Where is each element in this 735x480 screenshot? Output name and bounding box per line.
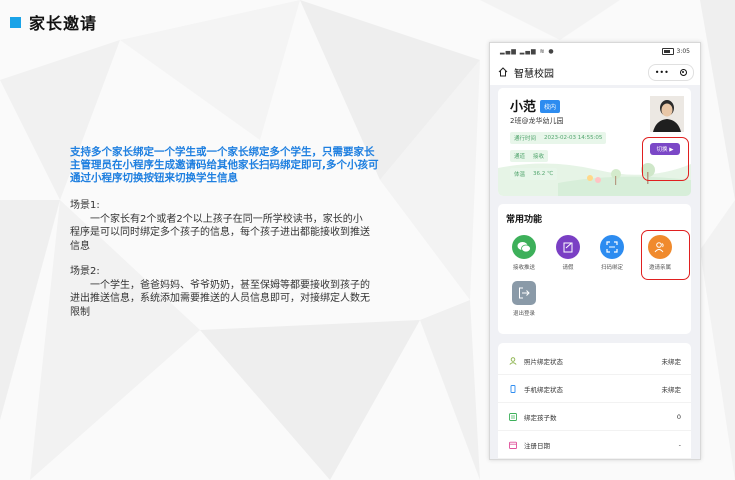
battery-icon	[661, 47, 674, 55]
scan-icon	[600, 235, 624, 259]
page-title: 家长邀请	[29, 14, 98, 33]
feature-description: 支持多个家长绑定一个学生或一个家长绑定多个学生，只需要家长主管理员在小程序生成邀…	[70, 146, 379, 184]
scene-2: 场景2: 一个学生，爸爸妈妈、爷爷奶奶，甚至保姆等都要接收到孩子的进出推送信息，…	[70, 265, 370, 319]
student-name: 小范	[510, 100, 537, 115]
signal-indicators: ▂▄▆ ▂▄▆ ≋ ●	[500, 47, 555, 55]
functions-title: 常用功能	[506, 215, 543, 225]
children-count-value: 0	[676, 412, 681, 421]
calendar-icon	[509, 441, 517, 449]
register-date-label: 注册日期	[524, 441, 550, 450]
children-count-label: 绑定孩子数	[524, 413, 557, 422]
status-bar: ▂▄▆ ▂▄▆ ≋ ● 3:05	[490, 43, 700, 59]
func-receive-push-label: 接收推送	[512, 265, 535, 271]
info-row-photo-binding[interactable]: 照片绑定状态 未绑定	[498, 347, 691, 375]
func-leave[interactable]: 请假	[548, 235, 588, 271]
title-square-icon	[10, 16, 21, 28]
func-receive-push[interactable]: 接收推送	[504, 235, 544, 271]
scene-1-title: 场景1:	[70, 200, 100, 211]
func-leave-label: 请假	[562, 265, 574, 271]
func-logout-label: 退出登录	[512, 311, 535, 317]
more-button[interactable]: •••	[655, 68, 669, 77]
campus-status-badge: 校内	[540, 100, 561, 113]
student-class-school: 2班@龙华幼儿园	[510, 117, 564, 125]
home-icon[interactable]	[498, 67, 508, 77]
nav-title: 智慧校园	[514, 68, 554, 80]
mini-program-capsule: •••	[648, 64, 694, 81]
student-avatar	[650, 96, 684, 132]
phone-mockup: ▂▄▆ ▂▄▆ ≋ ● 3:05 智慧校园 ••• 小范 校内 2班@龙华幼儿园…	[489, 42, 701, 460]
pass-time-value: 2023-02-03 14:55:05	[544, 135, 603, 141]
scene-2-body: 一个学生，爸爸妈妈、爷爷奶奶，甚至保姆等都要接收到孩子的进出推送信息，系统添加需…	[70, 279, 370, 318]
invite-highlight-ring	[641, 230, 690, 280]
phone-binding-value: 未绑定	[661, 385, 682, 394]
edit-note-icon	[556, 235, 580, 259]
phone-binding-label: 手机绑定状态	[524, 385, 563, 394]
info-row-children-count[interactable]: 绑定孩子数 0	[498, 403, 691, 431]
photo-binding-label: 照片绑定状态	[524, 357, 563, 366]
phone-icon	[510, 384, 516, 393]
status-time: 3:05	[676, 47, 690, 55]
info-row-phone-binding[interactable]: 手机绑定状态 未绑定	[498, 375, 691, 403]
list-icon	[509, 412, 517, 421]
switch-highlight-ring	[642, 137, 689, 181]
wechat-icon	[512, 235, 536, 259]
binding-info-list: 照片绑定状态 未绑定 手机绑定状态 未绑定 绑定孩子数 0 注册日期 -	[498, 343, 691, 459]
nav-bar: 智慧校园 •••	[490, 59, 700, 85]
close-target-icon[interactable]	[680, 69, 688, 76]
channel-value: 接收	[533, 154, 545, 160]
info-row-register-date[interactable]: 注册日期 -	[498, 431, 691, 459]
func-scan-bind[interactable]: 扫码绑定	[592, 235, 632, 271]
scene-1: 场景1: 一个家长有2个或者2个以上孩子在同一所学校读书，家长的小程序是可以同时…	[70, 199, 370, 253]
temperature-value: 36.2 ℃	[533, 171, 554, 177]
scene-1-body: 一个家长有2个或者2个以上孩子在同一所学校读书，家长的小程序是可以同时绑定多个孩…	[70, 213, 370, 252]
register-date-value: -	[678, 440, 681, 449]
pass-time-chip: 通行时间 2023-02-03 14:55:05	[510, 132, 607, 144]
logout-icon	[512, 281, 536, 305]
page-header: 家长邀请	[10, 10, 97, 34]
channel-label: 通道	[514, 154, 526, 160]
channel-chip: 通道 接收	[510, 150, 549, 162]
temperature-label: 体温	[514, 172, 526, 178]
func-scan-bind-label: 扫码绑定	[600, 265, 623, 271]
pass-time-label: 通行时间	[514, 136, 537, 142]
avatar-person-icon	[650, 96, 684, 132]
photo-binding-value: 未绑定	[661, 357, 682, 366]
temperature-chip: 体温 36.2 ℃	[510, 168, 558, 180]
func-logout[interactable]: 退出登录	[504, 281, 544, 317]
scene-2-title: 场景2:	[70, 266, 100, 277]
user-icon	[509, 356, 517, 365]
